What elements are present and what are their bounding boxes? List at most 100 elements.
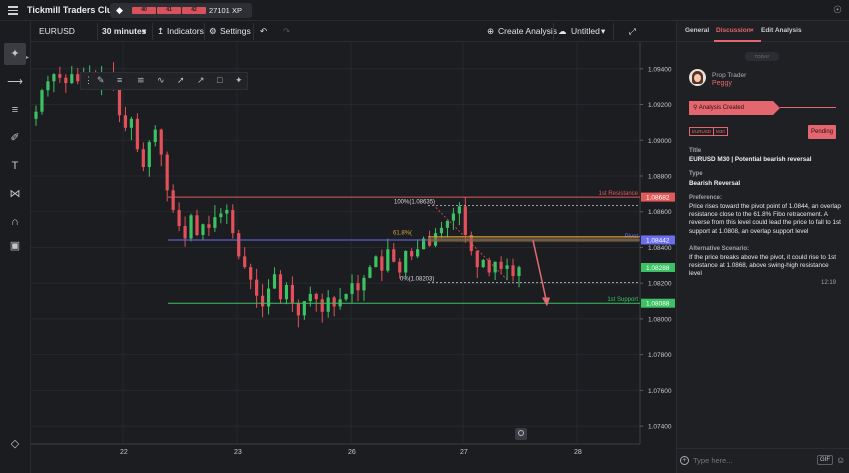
- candle: [153, 129, 157, 143]
- x-tick-label: 26: [348, 449, 356, 456]
- x-tick-label: 28: [574, 449, 582, 456]
- candle: [201, 224, 205, 235]
- indicators-icon[interactable]: ↥: [157, 26, 164, 37]
- chevron-right-icon[interactable]: ▸: [26, 54, 29, 61]
- candle: [207, 224, 211, 228]
- bulb-icon: [515, 428, 527, 440]
- message-composer: + GIF ☺: [677, 448, 849, 473]
- interval-selector[interactable]: 30 minutes: [102, 26, 146, 36]
- level-badge: 40: [132, 7, 156, 14]
- redo-icon[interactable]: ↷: [283, 26, 290, 37]
- title-label: Title: [689, 148, 702, 154]
- candle: [398, 261, 402, 273]
- undo-icon[interactable]: ↶: [260, 26, 267, 37]
- gear-icon[interactable]: ⚙: [209, 26, 217, 37]
- fib-label: 61.8%(: [393, 231, 412, 237]
- candle: [386, 249, 390, 271]
- pattern-icon[interactable]: ⋈: [4, 183, 26, 205]
- fib-channel-icon[interactable]: ≌: [137, 75, 145, 86]
- chart-canvas[interactable]: 1.09400 1.09200 1.09000 1.08800 1.08600 1.084…: [31, 42, 675, 473]
- top-bar: Tickmill Traders Club ◆ 40 41 42 27101 X…: [0, 0, 849, 21]
- symbol-selector[interactable]: EURUSD: [39, 26, 75, 36]
- trash-icon[interactable]: ▣: [4, 235, 26, 257]
- candle: [308, 293, 312, 302]
- tab-discussion[interactable]: Discussion: [716, 27, 751, 34]
- xp-value: 27101 XP: [209, 6, 242, 15]
- y-tick-label: 1.07600: [648, 388, 672, 395]
- candle: [463, 206, 467, 235]
- y-tick-label: 1.09200: [648, 102, 672, 109]
- level-price-label: 1.08442: [646, 237, 670, 244]
- horizontal-line-icon[interactable]: ⟶: [4, 71, 26, 93]
- emoji-icon[interactable]: ☺: [836, 455, 845, 465]
- fib-icon[interactable]: ≡: [117, 75, 122, 85]
- layout-name[interactable]: Untitled: [571, 26, 600, 36]
- type-value: Bearish Reversal: [689, 180, 741, 187]
- pencil-icon[interactable]: ✎: [97, 75, 105, 86]
- path-icon[interactable]: ∿: [157, 75, 165, 86]
- globe-icon[interactable]: ☉: [833, 5, 842, 16]
- candle: [135, 118, 139, 150]
- candle: [213, 217, 217, 228]
- xp-progress[interactable]: ◆ 40 41 42 27101 XP: [110, 3, 252, 18]
- candle: [290, 284, 295, 303]
- candle: [278, 274, 283, 300]
- message-time: 12:19: [821, 280, 837, 286]
- magnet-icon[interactable]: ∩: [4, 211, 26, 233]
- type-label: Type: [689, 171, 703, 177]
- create-analysis-button[interactable]: Create Analysis: [498, 26, 557, 36]
- user-name[interactable]: Peggy: [712, 80, 732, 87]
- status-badge: Pending: [808, 125, 836, 139]
- candle: [517, 267, 521, 277]
- brush-icon[interactable]: ✐: [4, 127, 26, 149]
- drawing-toolbar: ⋮ ✎ ≡ ≌ ∿ ➚ ↗ □ ✦: [80, 72, 248, 90]
- candle: [34, 111, 38, 119]
- candle: [284, 284, 289, 300]
- y-tick-label: 1.08400: [648, 245, 672, 252]
- arrow-icon[interactable]: ↗: [197, 75, 205, 86]
- crosshair-icon[interactable]: ✦: [235, 75, 243, 86]
- candle: [76, 74, 80, 82]
- gif-button[interactable]: GIF: [817, 455, 833, 465]
- indicators-button[interactable]: Indicators: [167, 26, 204, 36]
- add-attachment-icon[interactable]: +: [680, 456, 689, 465]
- candle: [237, 233, 241, 257]
- layers-icon[interactable]: ◇: [4, 433, 26, 455]
- hamburger-menu-icon[interactable]: [8, 6, 18, 15]
- y-tick-label: 1.09000: [648, 138, 672, 145]
- trendline-icon[interactable]: ➚: [177, 75, 185, 86]
- candle: [159, 129, 163, 155]
- alt-scenario-label: Alternative Scenario:: [689, 246, 750, 252]
- candle: [368, 267, 372, 278]
- candle: [129, 118, 134, 128]
- y-tick-label: 1.08800: [648, 174, 672, 181]
- avatar[interactable]: [689, 69, 706, 86]
- candle: [141, 149, 145, 168]
- text-icon[interactable]: T: [4, 155, 26, 177]
- chart-toolbar: EURUSD 30 minutes ▾ ↥ Indicators ⚙ Setti…: [31, 21, 675, 42]
- fib-icon[interactable]: ≡: [4, 99, 26, 121]
- rectangle-icon[interactable]: □: [217, 75, 222, 85]
- chevron-down-icon[interactable]: ▾: [601, 26, 605, 37]
- symbol-tag: EURUSD: [689, 127, 715, 136]
- settings-button[interactable]: Settings: [220, 26, 251, 36]
- pin-icon: ⚲: [693, 105, 698, 111]
- candle: [231, 209, 235, 234]
- x-tick-label: 27: [460, 449, 468, 456]
- candle: [58, 74, 62, 78]
- tab-general[interactable]: General: [685, 27, 709, 34]
- close-icon[interactable]: ×: [750, 27, 754, 34]
- chevron-down-icon[interactable]: ▾: [142, 26, 146, 37]
- plus-circle-icon[interactable]: ⊕: [487, 26, 494, 37]
- cloud-icon[interactable]: ☁: [558, 26, 567, 37]
- tab-edit-analysis[interactable]: Edit Analysis: [761, 27, 802, 34]
- fullscreen-icon[interactable]: ⤢: [629, 26, 636, 37]
- panel-tabs: General Discussion × Edit Analysis: [677, 21, 849, 42]
- drag-handle-icon[interactable]: ⋮: [84, 75, 93, 86]
- crosshair-icon[interactable]: ✦: [4, 43, 26, 65]
- forecast-arrowhead: [542, 297, 550, 307]
- candle: [183, 226, 187, 239]
- price-chart[interactable]: 1.09400 1.09200 1.09000 1.08800 1.08600 1.084…: [31, 42, 675, 473]
- message-input[interactable]: [693, 456, 803, 465]
- candle: [410, 251, 414, 257]
